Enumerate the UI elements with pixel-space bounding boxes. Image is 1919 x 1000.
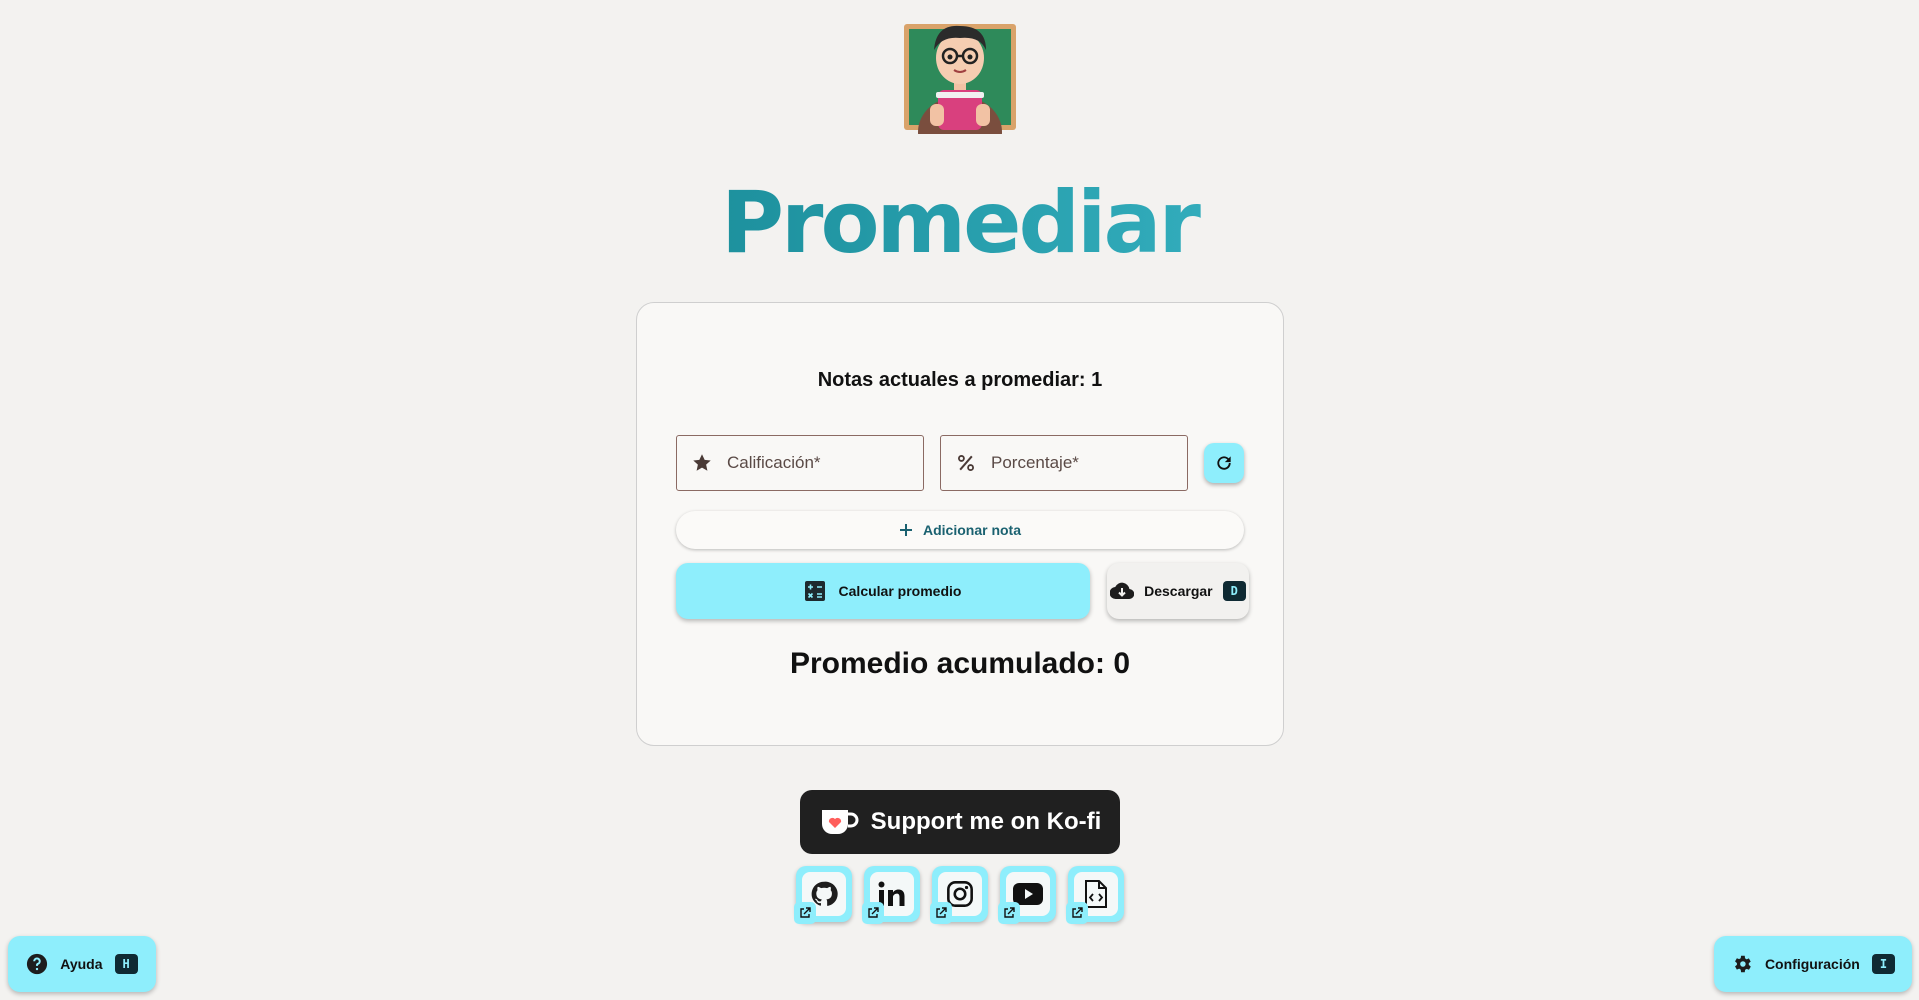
grade-input[interactable] [727,453,907,473]
external-link-icon [930,902,952,924]
settings-shortcut-key: I [1871,954,1896,974]
external-link-icon [998,902,1020,924]
instagram-link[interactable] [930,866,988,924]
help-shortcut-key: H [114,954,138,974]
add-note-label: Adicionar nota [922,522,1021,538]
code-file-link[interactable] [1066,866,1124,924]
notes-count-label: Notas actuales a promediar: 1 [817,369,1103,391]
download-button[interactable]: Descargar D [1107,563,1249,619]
add-note-button[interactable]: Adicionar nota [676,511,1244,549]
percent-icon [941,453,991,473]
kofi-cup-icon [821,810,859,834]
grade-field[interactable] [676,435,924,491]
percent-field[interactable] [940,435,1188,491]
calculator-icon [804,581,825,601]
gear-icon [1734,955,1751,973]
kofi-label: Support me on Ko-fi [870,808,1102,835]
linkedin-link[interactable] [862,866,920,924]
help-button[interactable]: Ayuda H [8,936,156,992]
average-calculator-card: Notas actuales a promediar: 1 Adicionar … [636,302,1284,746]
download-label: Descargar [1144,583,1213,599]
teacher-avatar-image [904,24,1016,134]
external-link-icon [794,902,816,924]
settings-label: Configuración [1764,956,1860,972]
refresh-icon [1217,456,1231,470]
download-shortcut-key: D [1222,581,1246,601]
github-link[interactable] [794,866,852,924]
reset-button[interactable] [1204,443,1244,483]
percent-input[interactable] [991,453,1171,473]
external-link-icon [862,902,884,924]
youtube-link[interactable] [998,866,1056,924]
calculate-label: Calcular promedio [838,583,962,599]
settings-button[interactable]: Configuración I [1714,936,1912,992]
plus-icon [899,524,912,536]
cloud-download-icon [1110,582,1135,600]
code-file-icon [1085,880,1107,908]
help-label: Ayuda [60,956,103,972]
external-link-icon [1066,902,1088,924]
star-icon [677,452,727,474]
app-title: Promediar [0,168,1919,278]
accumulated-average: Promedio acumulado: 0 [789,647,1131,680]
kofi-support-button[interactable]: Support me on Ko-fi [800,790,1120,854]
help-circle-icon [27,953,48,975]
calculate-average-button[interactable]: Calcular promedio [676,563,1090,619]
social-links [794,866,1124,924]
